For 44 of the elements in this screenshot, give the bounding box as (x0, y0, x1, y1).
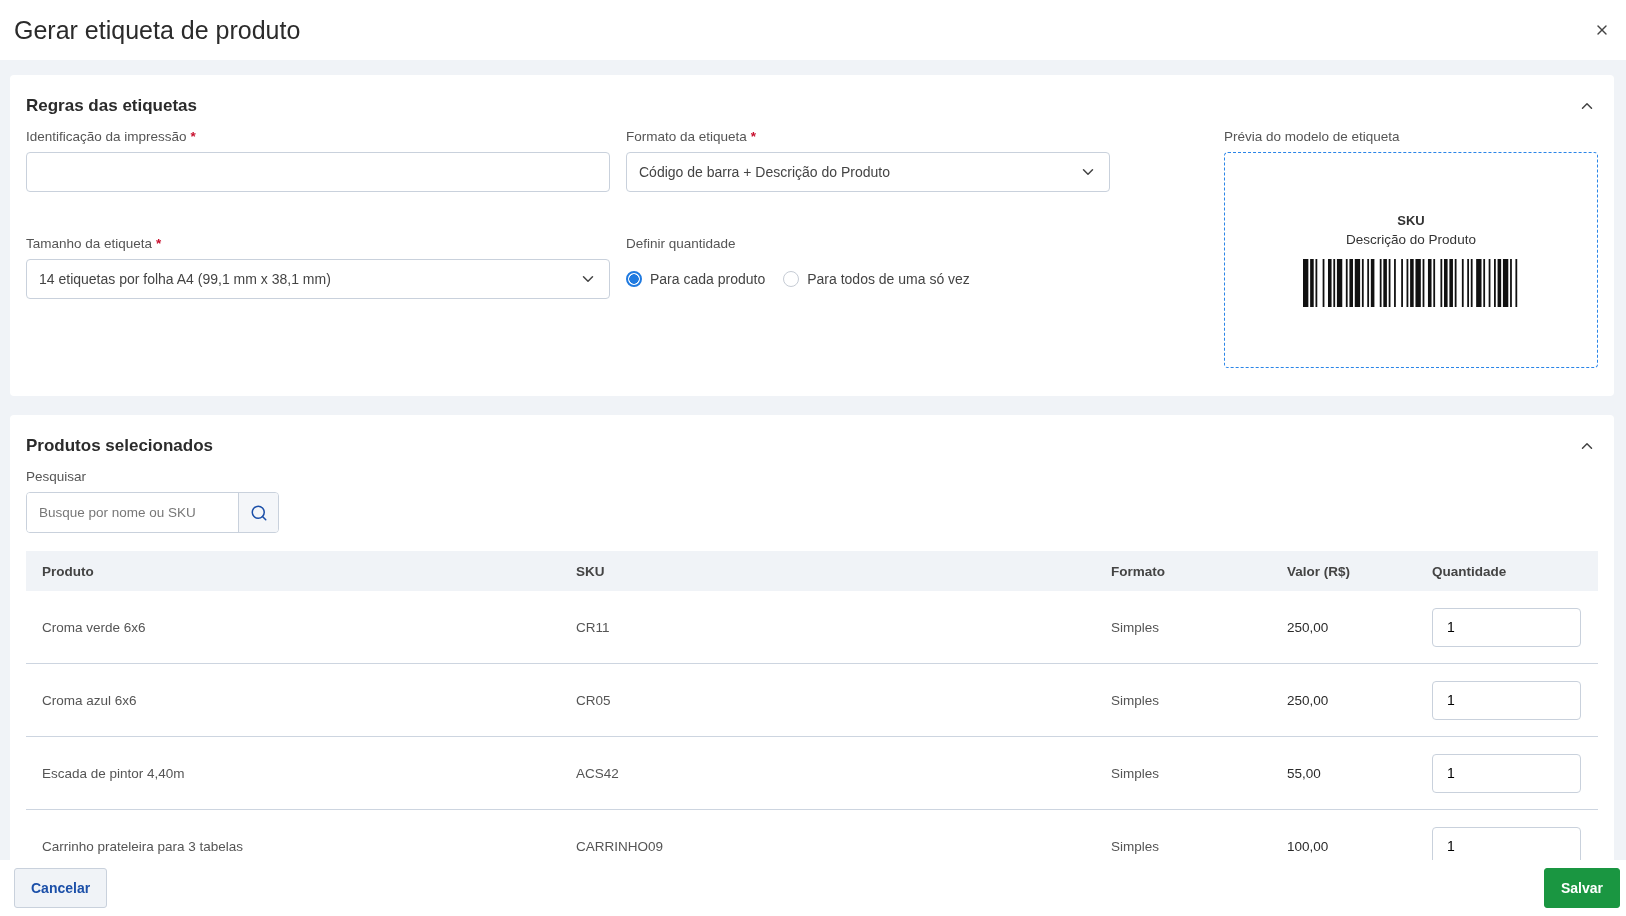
cancel-button[interactable]: Cancelar (14, 868, 108, 908)
quantity-field[interactable]: 1 (1432, 753, 1581, 793)
table-cell: Croma azul 6x6 (26, 664, 560, 737)
quantity-field[interactable]: 1 (1432, 680, 1581, 720)
required-mark: * (156, 236, 162, 251)
search-icon[interactable] (238, 493, 278, 532)
field-label: Definir quantidade (626, 236, 736, 251)
table-cell: CR11 (560, 591, 1095, 664)
section-title: Produtos selecionados (26, 436, 214, 456)
size-select[interactable]: 14 etiquetas por folha A4 (99,1 mm x 38,1 mm) (26, 259, 610, 299)
table-cell: 55,00 (1271, 737, 1416, 810)
section-title: Regras das etiquetas (26, 96, 197, 116)
table-cell: Simples (1095, 591, 1271, 664)
field-label: Tamanho da etiqueta (26, 236, 153, 251)
field-label: Prévia do modelo de etiqueta (1224, 129, 1400, 144)
column-header: Produto (26, 551, 560, 591)
table-cell: Escada de pintor 4,40m (26, 737, 560, 810)
table-cell: 250,00 (1271, 591, 1416, 664)
preview-description: Descrição do Produto (1346, 232, 1476, 247)
field-label: Pesquisar (26, 469, 87, 484)
table-cell: ACS42 (560, 737, 1095, 810)
field-label: Formato da etiqueta (626, 129, 747, 144)
preview-sku: SKU (1397, 213, 1425, 228)
quantity-field[interactable]: 1 (1432, 607, 1581, 647)
table-cell: 250,00 (1271, 664, 1416, 737)
column-header: Valor (R$) (1271, 551, 1416, 591)
input-field[interactable] (26, 152, 610, 192)
radio-option[interactable]: Para cada produto (626, 271, 766, 287)
save-button[interactable]: Salvar (1543, 868, 1620, 908)
table-cell: Simples (1095, 737, 1271, 810)
table-cell: CR05 (560, 664, 1095, 737)
column-header: Quantidade (1416, 551, 1598, 591)
dialog-title: Gerar etiqueta de produto (14, 15, 301, 45)
radio-option[interactable]: Para todos de uma só vez (783, 271, 970, 287)
column-header: Formato (1095, 551, 1271, 591)
quantity-field[interactable]: 1 (1432, 826, 1581, 860)
search-field[interactable]: Busque por nome ou SKU (26, 492, 279, 533)
table-cell: Simples (1095, 664, 1271, 737)
required-mark: * (190, 129, 196, 144)
format-select[interactable]: Código de barra + Descrição do Produto (626, 152, 1110, 192)
required-mark: * (750, 129, 757, 144)
column-header: SKU (560, 551, 1095, 591)
field-label: Identificação da impressão (26, 129, 187, 144)
table-cell: Croma verde 6x6 (26, 591, 560, 664)
